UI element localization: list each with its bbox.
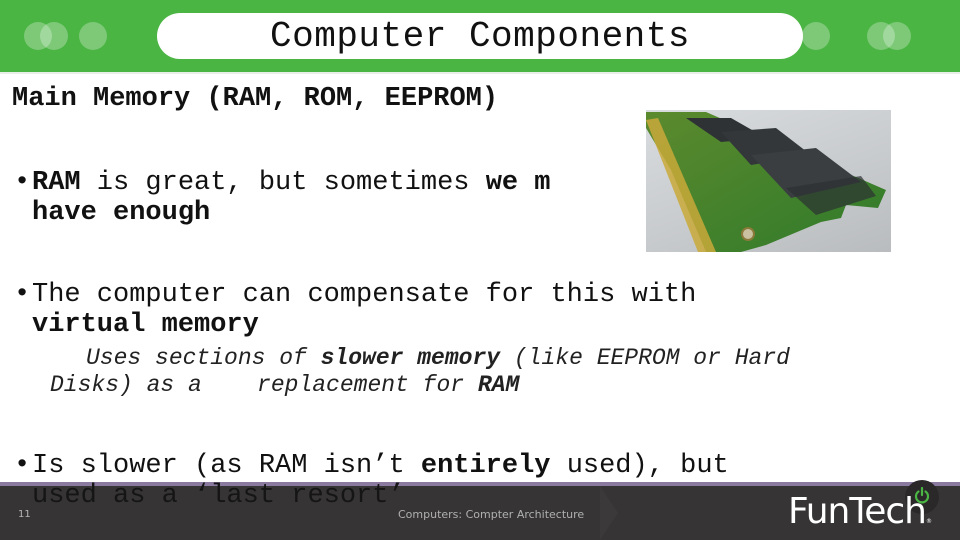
sub-text: (like EEPROM or Hard (500, 345, 790, 371)
bullet-text: The computer can compensate for this wit… (32, 280, 697, 310)
bullet-text-bold: entirely (420, 451, 551, 481)
sub-text: Disks) as a replacement for (50, 372, 478, 398)
sub-text-bold: RAM (477, 372, 520, 398)
header-bar: Computer Components (0, 0, 960, 73)
bullet-text: is great, but sometimes (80, 168, 486, 198)
bullet-text: Is slower (as RAM isn’t (32, 451, 421, 481)
footer-chevron (600, 486, 618, 540)
bullet-text: used), but (550, 451, 729, 481)
bullet-virtual-memory: •The computer can compensate for this wi… (14, 280, 934, 340)
bullet-text-bold: RAM (32, 168, 81, 198)
title-pill: Computer Components (157, 13, 803, 59)
bullet-text-bold: have enough (32, 198, 211, 228)
ram-module-image (646, 110, 891, 252)
funtech-logo: FunTech® (788, 491, 932, 542)
bullet-symbol: • (14, 168, 31, 198)
sub-bullet-virtual-memory: Uses sections of slower memory (like EEP… (50, 345, 960, 399)
header-divider (0, 72, 960, 74)
registered-mark: ® (926, 518, 932, 525)
decorative-circle (802, 22, 830, 50)
bullet-slower: •Is slower (as RAM isn’t entirely used),… (14, 451, 934, 481)
slide-title: Computer Components (270, 15, 690, 57)
bullet-symbol: • (14, 280, 31, 310)
logo-text: FunTech (788, 491, 927, 532)
footer-caption: Computers: Compter Architecture (398, 508, 585, 521)
decorative-circle (40, 22, 68, 50)
sub-text: Uses sections of (86, 345, 321, 371)
bullet-symbol: • (14, 451, 31, 481)
decorative-circle (883, 22, 911, 50)
sub-text-bold: slower memory (320, 345, 501, 371)
decorative-circle (79, 22, 107, 50)
slide-number: 11 (18, 509, 31, 520)
bullet-text-bold: we m (485, 168, 551, 198)
bullet-text-bold: virtual memory (32, 310, 259, 340)
bullet-ram-not-enough: •RAM is great, but sometimes we m have e… (14, 168, 654, 228)
bullet-slower-continued: used as a ‘last resort’ (32, 481, 405, 511)
ram-module-illustration (646, 112, 886, 252)
section-subtitle: Main Memory (RAM, ROM, EEPROM) (12, 84, 499, 114)
